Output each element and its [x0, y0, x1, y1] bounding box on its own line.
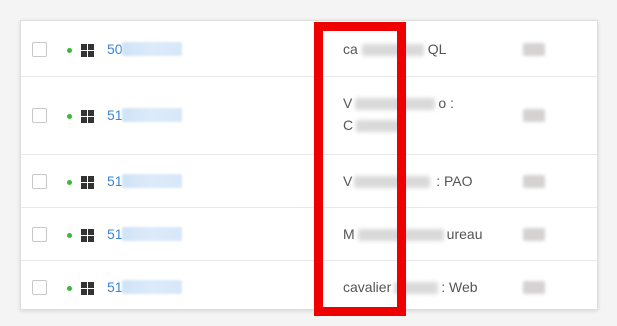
windows-icon [81, 229, 94, 242]
server-id-link[interactable]: 51 [107, 226, 123, 242]
status-online-icon [67, 233, 72, 238]
table-row[interactable]: 51 V : PAO [21, 154, 597, 208]
table-row[interactable]: 51 Mureau [21, 207, 597, 261]
windows-icon [81, 110, 94, 123]
row-checkbox[interactable] [32, 42, 47, 57]
redacted-id [122, 42, 182, 56]
server-id-link[interactable]: 51 [107, 279, 123, 295]
description-end: : Web [441, 279, 478, 295]
row-checkbox[interactable] [32, 227, 47, 242]
description-end: : PAO [432, 173, 473, 189]
status-online-icon [67, 48, 72, 53]
windows-icon [81, 44, 94, 57]
row-checkbox[interactable] [32, 108, 47, 123]
description-end: ureau [446, 226, 483, 242]
redacted-id [122, 108, 182, 122]
row-checkbox[interactable] [32, 280, 47, 295]
description-end: o : [438, 95, 454, 111]
server-id-link[interactable]: 51 [107, 173, 123, 189]
row-checkbox[interactable] [32, 174, 47, 189]
status-online-icon [67, 114, 72, 119]
redacted-value [523, 109, 545, 122]
redacted-value [523, 281, 545, 294]
windows-icon [81, 282, 94, 295]
server-list-panel: 50 ca QL 51 Vo : C 51 V : PAO 51 M ureau… [20, 20, 598, 310]
status-online-icon [67, 286, 72, 291]
redacted-id [122, 174, 182, 188]
highlight-box [314, 22, 406, 316]
redacted-value [523, 175, 545, 188]
table-row[interactable]: 51 cavalier: Web [21, 260, 597, 309]
server-id-link[interactable]: 50 [107, 41, 123, 57]
table-row[interactable]: 51 Vo : C [21, 76, 597, 155]
redacted-value [523, 43, 545, 56]
redacted-id [122, 227, 182, 241]
table-row[interactable]: 50 ca QL [21, 21, 597, 77]
server-id-link[interactable]: 51 [107, 107, 123, 123]
windows-icon [81, 176, 94, 189]
status-online-icon [67, 180, 72, 185]
redacted-value [523, 228, 545, 241]
redacted-id [122, 280, 182, 294]
description-end: QL [427, 41, 447, 57]
